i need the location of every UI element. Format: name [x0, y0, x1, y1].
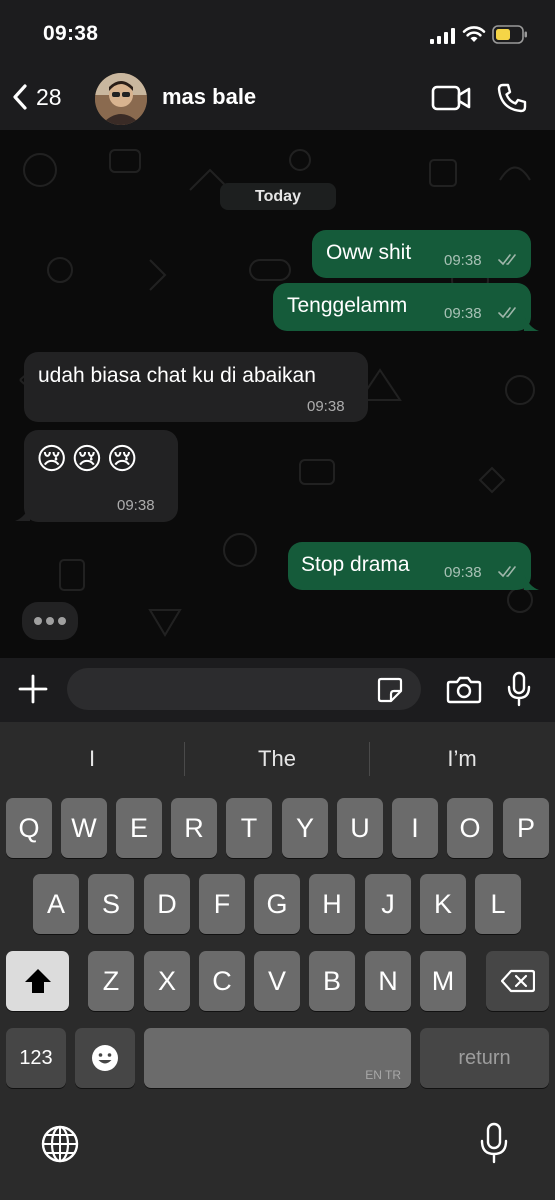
space-language-label: EN TR: [365, 1068, 401, 1082]
sticker-icon[interactable]: [377, 677, 403, 703]
key-n[interactable]: N: [365, 951, 411, 1011]
keyboard: I The I’m Q W E R T Y U I O P A S D F G …: [0, 722, 555, 1200]
shift-icon: [24, 969, 51, 993]
message-bubble-outgoing[interactable]: Oww shit 09:38: [312, 230, 531, 278]
key-j[interactable]: J: [365, 874, 411, 934]
numbers-key[interactable]: 123: [6, 1028, 66, 1088]
message-emoji: 😢😢😢: [36, 443, 142, 476]
chat-header: 28 mas bale: [0, 64, 555, 130]
bubble-tail: [524, 575, 539, 590]
battery-icon: [492, 25, 527, 44]
shift-key[interactable]: [6, 951, 69, 1011]
suggestion-item[interactable]: The: [185, 736, 369, 782]
message-text: Oww shit: [326, 241, 412, 264]
key-a[interactable]: A: [33, 874, 79, 934]
read-ticks-icon: [498, 566, 516, 578]
key-f[interactable]: F: [199, 874, 245, 934]
message-input[interactable]: [67, 668, 421, 710]
bubble-tail: [15, 506, 30, 521]
key-b[interactable]: B: [309, 951, 355, 1011]
unread-count: 28: [36, 83, 62, 110]
key-g[interactable]: G: [254, 874, 300, 934]
message-time: 09:38: [444, 305, 482, 322]
message-text: udah biasa chat ku di abaikan: [38, 364, 316, 387]
delete-key[interactable]: [486, 951, 549, 1011]
key-c[interactable]: C: [199, 951, 245, 1011]
message-bubble-incoming[interactable]: 😢😢😢 09:38: [24, 430, 178, 522]
key-k[interactable]: K: [420, 874, 466, 934]
phone-call-icon[interactable]: [496, 82, 528, 114]
globe-icon[interactable]: [40, 1124, 80, 1164]
contact-avatar[interactable]: [95, 73, 147, 125]
video-call-icon[interactable]: [431, 84, 471, 112]
suggestion-item[interactable]: I: [0, 736, 184, 782]
bubble-tail: [524, 316, 539, 331]
message-composer: [0, 658, 555, 722]
cellular-signal-icon: [430, 28, 455, 44]
key-w[interactable]: W: [61, 798, 107, 858]
contact-name[interactable]: mas bale: [162, 84, 256, 110]
key-d[interactable]: D: [144, 874, 190, 934]
key-h[interactable]: H: [309, 874, 355, 934]
return-key[interactable]: return: [420, 1028, 549, 1088]
read-ticks-icon: [498, 254, 516, 266]
chat-area[interactable]: Today Oww shit 09:38 Tenggelamm 09:38 ud…: [0, 130, 555, 658]
key-m[interactable]: M: [420, 951, 466, 1011]
key-r[interactable]: R: [171, 798, 217, 858]
emoji-key[interactable]: [75, 1028, 135, 1088]
message-time: 09:38: [307, 398, 345, 415]
status-time: 09:38: [43, 22, 99, 45]
key-q[interactable]: Q: [6, 798, 52, 858]
key-s[interactable]: S: [88, 874, 134, 934]
key-l[interactable]: L: [475, 874, 521, 934]
message-text: Stop drama: [301, 553, 410, 576]
suggestion-item[interactable]: I’m: [370, 736, 554, 782]
suggestion-bar: I The I’m: [0, 736, 555, 782]
key-v[interactable]: V: [254, 951, 300, 1011]
message-text: Tenggelamm: [287, 294, 408, 317]
message-bubble-outgoing[interactable]: Tenggelamm 09:38: [273, 283, 531, 331]
typing-indicator: [22, 602, 78, 640]
status-bar: 09:38: [0, 0, 555, 64]
date-separator: Today: [220, 183, 336, 210]
key-i[interactable]: I: [392, 798, 438, 858]
chevron-left-icon: [13, 84, 27, 110]
back-button[interactable]: 28: [10, 80, 62, 114]
microphone-icon[interactable]: [506, 671, 532, 707]
read-ticks-icon: [498, 307, 516, 319]
message-bubble-incoming[interactable]: udah biasa chat ku di abaikan 09:38: [24, 352, 368, 422]
camera-icon[interactable]: [446, 675, 482, 705]
key-e[interactable]: E: [116, 798, 162, 858]
dictation-icon[interactable]: [479, 1122, 509, 1164]
key-z[interactable]: Z: [88, 951, 134, 1011]
key-y[interactable]: Y: [282, 798, 328, 858]
message-time: 09:38: [444, 564, 482, 581]
key-o[interactable]: O: [447, 798, 493, 858]
key-u[interactable]: U: [337, 798, 383, 858]
plus-icon[interactable]: [18, 674, 48, 704]
key-p[interactable]: P: [503, 798, 549, 858]
wifi-icon: [462, 26, 486, 42]
message-time: 09:38: [117, 497, 155, 514]
space-key[interactable]: EN TR: [144, 1028, 411, 1088]
delete-icon: [500, 969, 535, 993]
message-bubble-outgoing[interactable]: Stop drama 09:38: [288, 542, 531, 590]
message-time: 09:38: [444, 252, 482, 269]
key-t[interactable]: T: [226, 798, 272, 858]
key-x[interactable]: X: [144, 951, 190, 1011]
emoji-icon: [92, 1045, 118, 1071]
